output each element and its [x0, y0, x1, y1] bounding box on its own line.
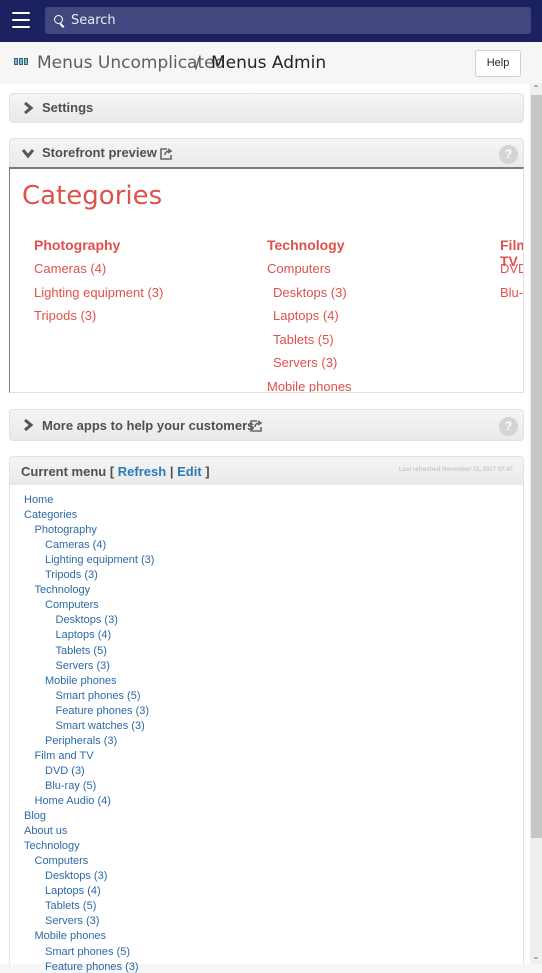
app-logo-icon	[14, 58, 28, 65]
search-icon	[54, 15, 63, 24]
scrollbar[interactable]: ⌃ ⌄	[530, 84, 542, 964]
menu-tree-item[interactable]: Blu-ray (5)	[45, 780, 96, 792]
breadcrumb-separator: /	[195, 53, 201, 73]
menu-tree-item[interactable]: Tablets (5)	[56, 645, 107, 657]
settings-panel-title: Settings	[42, 100, 94, 115]
hamburger-icon-line	[12, 26, 30, 28]
external-link-icon[interactable]	[250, 419, 263, 432]
preview-link[interactable]: Mobile phones	[267, 379, 352, 393]
menu-tree-item[interactable]: Lighting equipment (3)	[45, 554, 154, 566]
menu-tree-item[interactable]: About us	[24, 825, 67, 837]
preview-link[interactable]: Tripods (3)	[34, 308, 163, 332]
menu-tree-item[interactable]: Desktops (3)	[56, 614, 118, 626]
menu-tree: Home Categories Photography Cameras (4) Ligh…	[9, 485, 524, 973]
menu-tree-item[interactable]: Mobile phones	[35, 930, 107, 942]
menu-tree-item[interactable]: Categories	[24, 509, 77, 521]
menu-tree-item[interactable]: Peripherals (3)	[45, 735, 117, 747]
preview-link[interactable]: DVD (3)	[500, 261, 523, 285]
menu-tree-item[interactable]: Computers	[45, 599, 99, 611]
menu-tree-item[interactable]: Mobile phones	[45, 675, 117, 687]
storefront-preview-header[interactable]: Storefront preview ?	[10, 139, 523, 167]
menu-tree-item[interactable]: Laptops (4)	[56, 629, 112, 641]
current-menu-panel: Current menu [ Refresh | Edit ] Last ref…	[9, 456, 524, 486]
menu-tree-item[interactable]: Desktops (3)	[45, 870, 107, 882]
menu-tree-item[interactable]: Smart phones (5)	[56, 690, 141, 702]
preview-link[interactable]: Computers	[267, 261, 352, 285]
preview-column-title[interactable]: Film and TV	[500, 237, 523, 269]
menu-tree-item[interactable]: Servers (3)	[56, 660, 110, 672]
edit-link[interactable]: Edit	[177, 464, 202, 479]
preview-column: Film and TVDVD (3)Blu-ray (5)	[500, 237, 523, 309]
search-input[interactable]: Search	[45, 7, 531, 34]
preview-link[interactable]: Cameras (4)	[34, 261, 163, 285]
menu-tree-item[interactable]: DVD (3)	[45, 765, 85, 777]
settings-panel: Settings	[9, 93, 524, 123]
storefront-preview-title: Storefront preview	[42, 145, 157, 160]
menu-tree-item[interactable]: Home	[24, 494, 53, 506]
external-link-icon[interactable]	[160, 147, 173, 160]
menu-tree-item[interactable]: Technology	[24, 840, 80, 852]
current-menu-title: Current menu [	[21, 464, 115, 479]
scrollbar-thumb[interactable]	[531, 95, 542, 838]
preview-link[interactable]: Tablets (5)	[267, 332, 352, 356]
storefront-preview-frame: Categories Photography Cameras (4) Lightin…	[9, 167, 524, 393]
preview-link[interactable]: Laptops (4)	[267, 308, 352, 332]
menu-tree-item[interactable]: Smart watches (3)	[56, 720, 145, 732]
divider: |	[169, 464, 174, 479]
storefront-preview-panel: Storefront preview ?	[9, 138, 524, 169]
scroll-down-arrow-icon[interactable]: ⌄	[531, 952, 541, 962]
preview-column-title[interactable]: Technology	[267, 237, 352, 261]
preview-column: Photography Cameras (4) Lighting equipment…	[34, 237, 163, 332]
chevron-right-icon	[22, 419, 34, 431]
question-icon[interactable]: ?	[499, 145, 518, 164]
preview-link[interactable]: Desktops (3)	[267, 285, 352, 309]
hamburger-menu-button[interactable]	[12, 12, 30, 28]
question-icon[interactable]: ?	[499, 417, 518, 436]
hamburger-icon	[12, 12, 30, 14]
preview-link[interactable]: Lighting equipment (3)	[34, 285, 163, 309]
search-placeholder: Search	[71, 13, 116, 28]
scroll-up-arrow-icon[interactable]: ⌃	[531, 84, 541, 94]
menu-tree-item[interactable]: Cameras (4)	[45, 539, 106, 551]
preview-column: Technology Computers Desktops (3) Laptops (…	[267, 237, 352, 393]
menu-tree-item[interactable]: Photography	[35, 524, 97, 536]
help-button[interactable]: Help	[475, 50, 521, 77]
preview-column-title[interactable]: Photography	[34, 237, 163, 261]
menu-tree-item[interactable]: Technology	[35, 584, 91, 596]
menu-tree-item[interactable]: Smart phones (5)	[45, 946, 130, 958]
categories-heading: Categories	[22, 181, 163, 211]
preview-link[interactable]: Blu-ray (5)	[500, 285, 523, 309]
more-apps-header[interactable]: More apps to help your customers ?	[10, 410, 523, 438]
page-title: Menus Admin	[211, 53, 327, 73]
last-refreshed-timestamp: Last refreshed November 11, 2017 07:47	[398, 467, 513, 473]
current-menu-header: Current menu [ Refresh | Edit ] Last ref…	[10, 457, 523, 485]
bracket-close: ]	[205, 464, 210, 479]
menu-tree-item[interactable]: Feature phones (3)	[45, 961, 139, 973]
menu-tree-item[interactable]: Feature phones (3)	[56, 705, 150, 717]
settings-panel-header[interactable]: Settings	[10, 94, 523, 122]
more-apps-panel: More apps to help your customers ?	[9, 409, 524, 441]
top-bar: Search	[0, 0, 542, 42]
menu-tree-item[interactable]: Film and TV	[35, 750, 94, 762]
chevron-right-icon	[22, 102, 34, 114]
more-apps-title: More apps to help your customers	[42, 418, 255, 433]
menu-tree-item[interactable]: Home Audio (4)	[35, 795, 111, 807]
chevron-down-icon	[22, 147, 34, 159]
menu-tree-item[interactable]: Laptops (4)	[45, 885, 101, 897]
menu-tree-item[interactable]: Computers	[35, 855, 89, 867]
preview-link[interactable]: Servers (3)	[267, 355, 352, 379]
hamburger-icon-line	[12, 19, 30, 21]
refresh-link[interactable]: Refresh	[118, 464, 166, 479]
menu-tree-item[interactable]: Tripods (3)	[45, 569, 98, 581]
menu-tree-item[interactable]: Tablets (5)	[45, 900, 96, 912]
menu-tree-item[interactable]: Servers (3)	[45, 915, 99, 927]
menu-tree-item[interactable]: Blog	[24, 810, 46, 822]
